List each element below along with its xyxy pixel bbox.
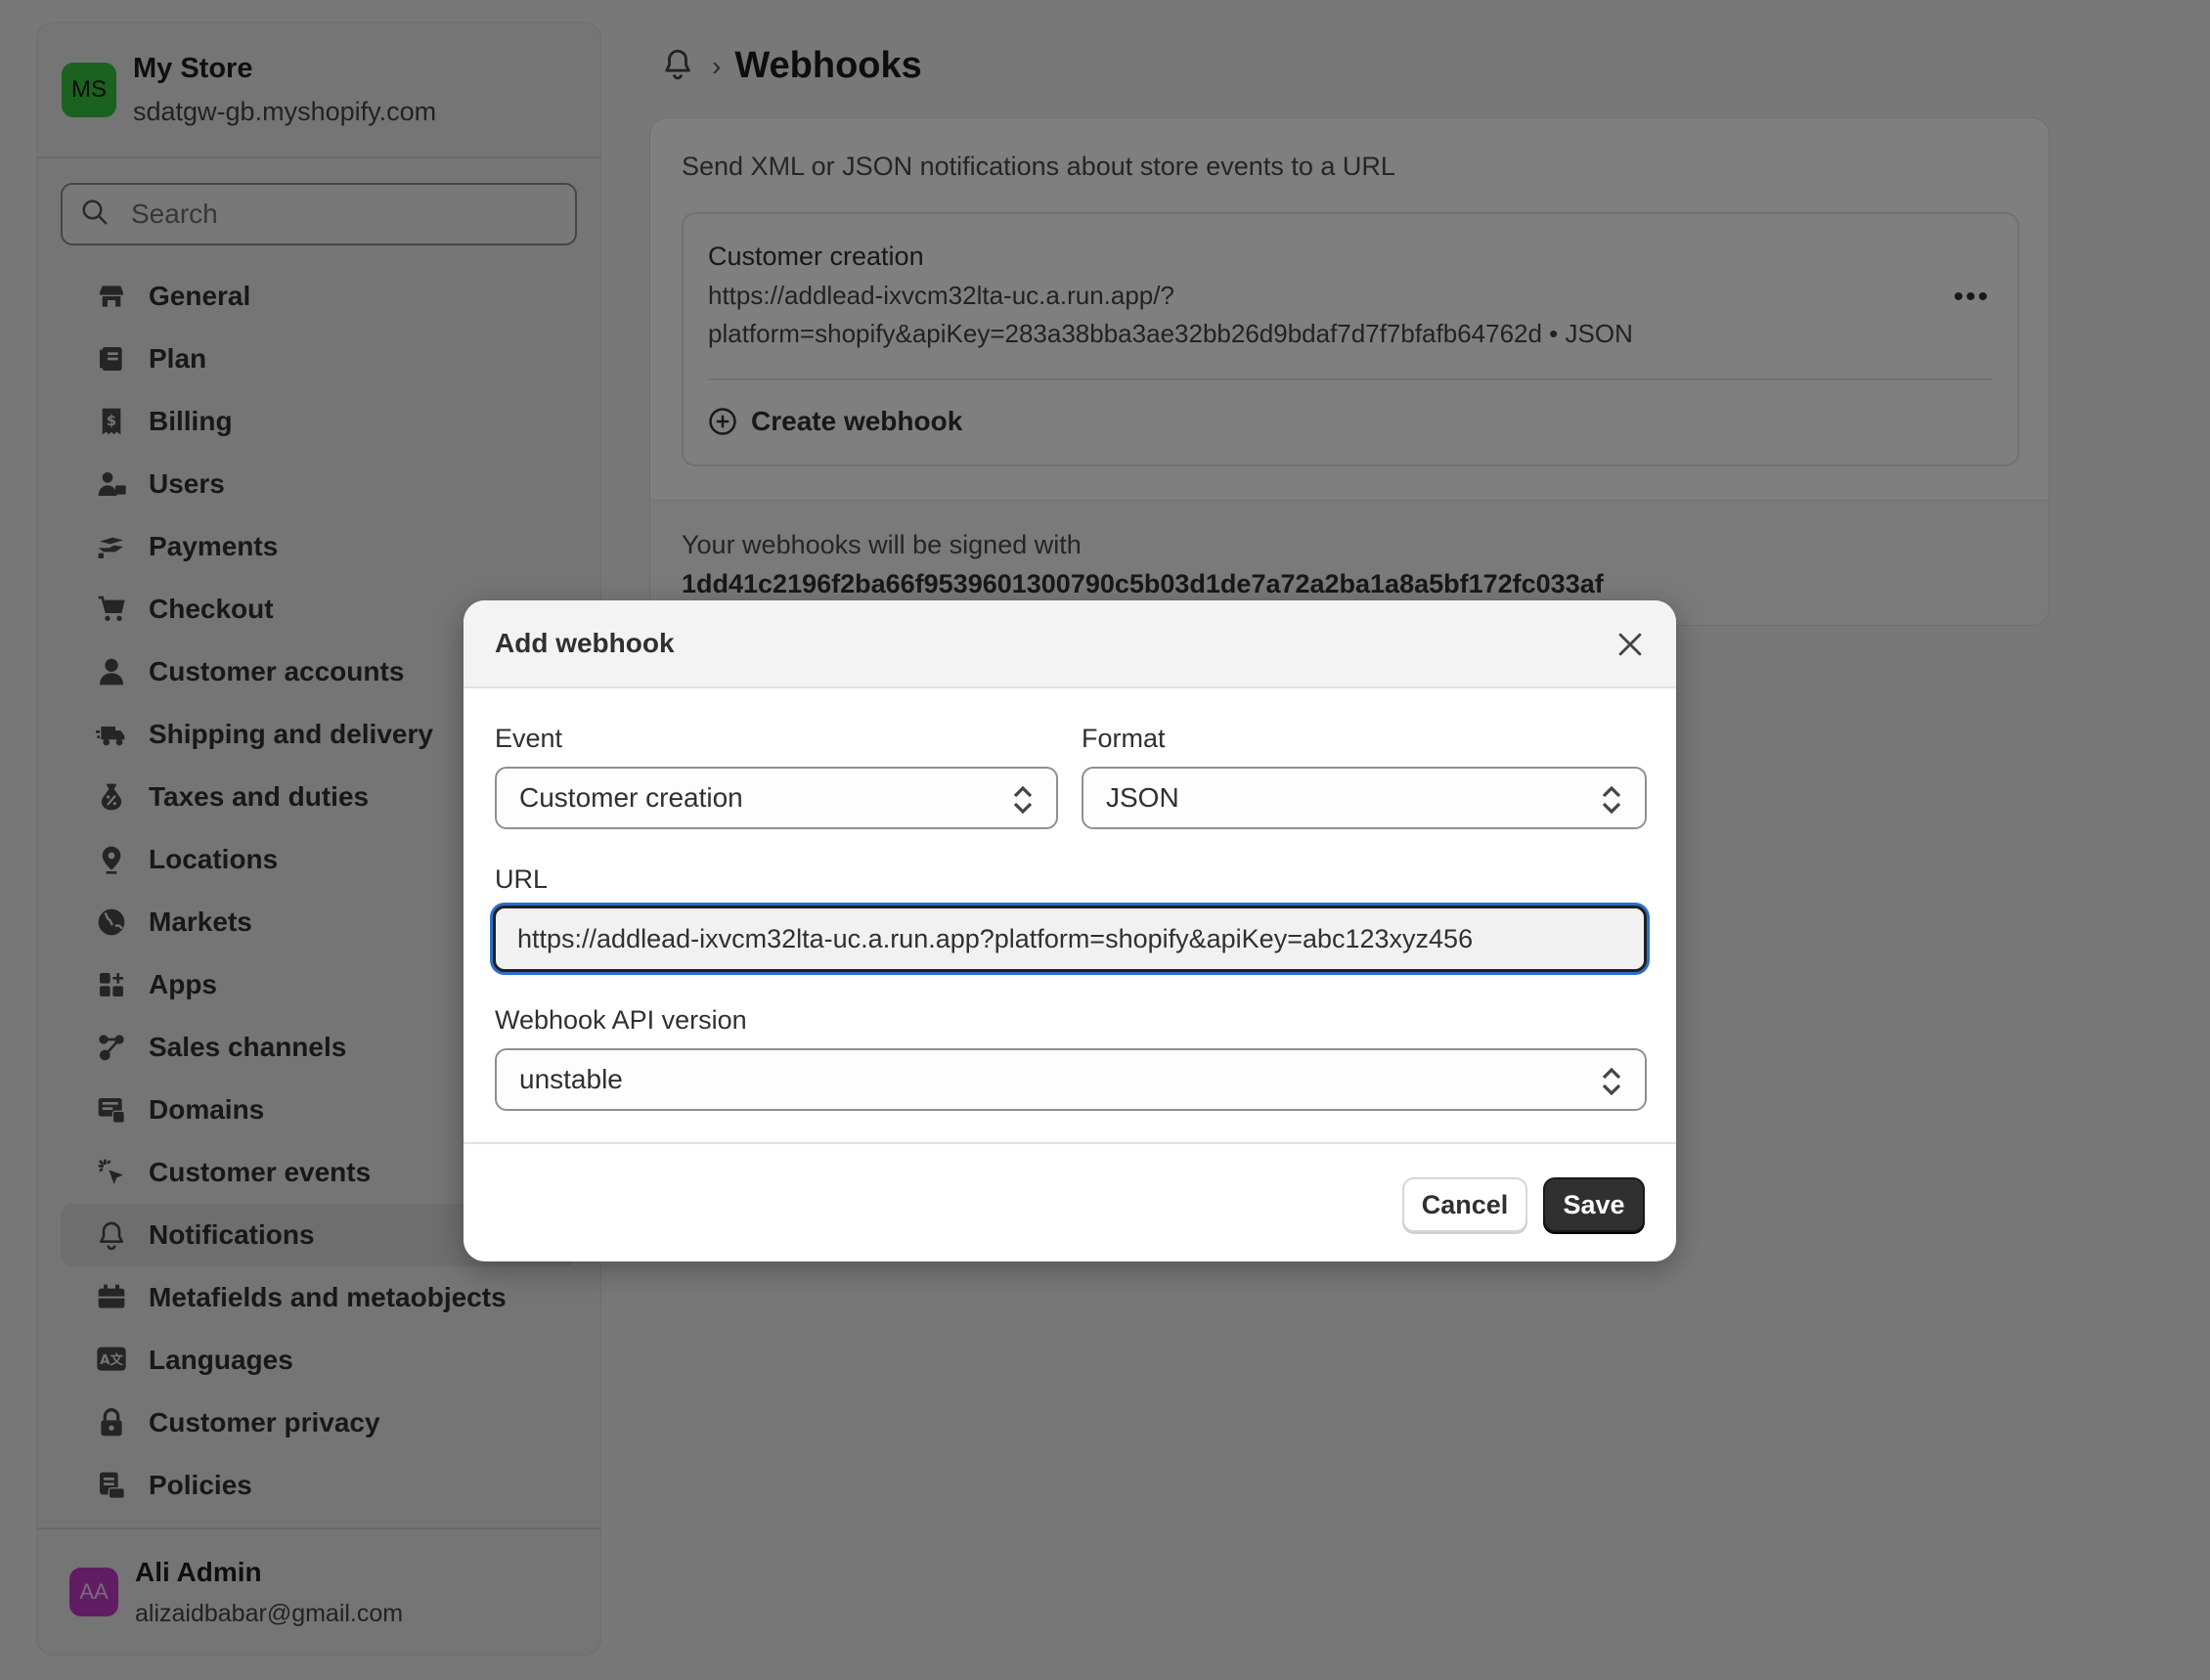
- api-version-value: unstable: [519, 1064, 623, 1094]
- api-version-label: Webhook API version: [495, 1005, 747, 1035]
- cancel-button[interactable]: Cancel: [1402, 1177, 1527, 1232]
- select-chevron-icon: [1602, 1067, 1621, 1096]
- add-webhook-modal: Add webhook Event Customer creation Form…: [464, 600, 1676, 1261]
- format-select-value: JSON: [1106, 782, 1179, 813]
- event-select-value: Customer creation: [519, 782, 743, 813]
- url-input[interactable]: [493, 906, 1647, 972]
- event-label: Event: [495, 724, 563, 753]
- format-select[interactable]: JSON: [1082, 767, 1647, 829]
- close-icon: [1618, 633, 1642, 656]
- close-button[interactable]: [1613, 628, 1647, 661]
- format-label: Format: [1082, 724, 1166, 753]
- modal-header: Add webhook: [464, 600, 1676, 688]
- modal-footer: Cancel Save: [464, 1142, 1676, 1261]
- save-button[interactable]: Save: [1543, 1177, 1645, 1232]
- select-chevron-icon: [1602, 785, 1621, 815]
- select-chevron-icon: [1013, 785, 1033, 815]
- modal-title: Add webhook: [495, 628, 675, 658]
- url-label: URL: [495, 864, 549, 894]
- api-version-select[interactable]: unstable: [495, 1048, 1647, 1111]
- event-select[interactable]: Customer creation: [495, 767, 1058, 829]
